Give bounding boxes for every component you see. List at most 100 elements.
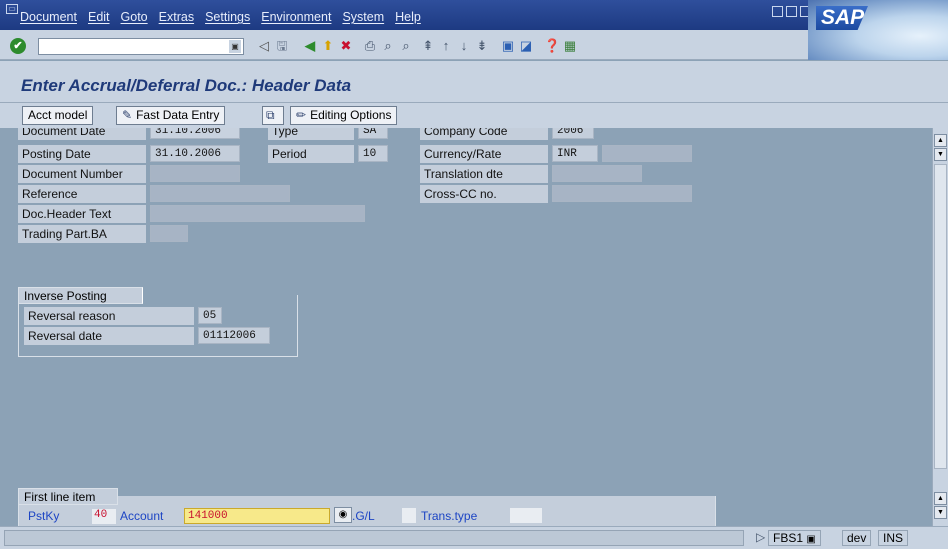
transaction-code: FBS1 ▣ bbox=[768, 530, 821, 546]
shortcut-icon[interactable]: ◪ bbox=[518, 38, 534, 54]
status-bar: ▷ FBS1 ▣ dev INS bbox=[0, 526, 948, 549]
pstky-label: PstKy bbox=[28, 509, 60, 523]
session-info-icon[interactable]: ▣ bbox=[806, 534, 815, 545]
doc-header-text-label: Doc.Header Text bbox=[18, 205, 146, 223]
create-session-icon[interactable]: ▣ bbox=[500, 38, 516, 54]
next-page-icon[interactable]: ↓ bbox=[456, 38, 472, 54]
previous-page-icon[interactable]: ↑ bbox=[438, 38, 454, 54]
copy-button[interactable]: ⧉ bbox=[262, 106, 284, 125]
posting-date-label: Posting Date bbox=[18, 145, 146, 163]
status-toggle-icon[interactable]: ▷ bbox=[752, 530, 769, 546]
vertical-scrollbar[interactable]: ▲ ▼ ▲ ▼ bbox=[932, 128, 948, 526]
line-scroll-up-icon[interactable]: ▲ bbox=[934, 492, 947, 505]
document-number-label: Document Number bbox=[18, 165, 146, 183]
first-line-item-title: First line item bbox=[18, 488, 118, 505]
document-date-field[interactable]: 31.10.2006 bbox=[150, 128, 240, 139]
application-toolbar: Acct model ✎ Fast Data Entry ⧉ ✏ Editing O… bbox=[0, 103, 948, 128]
line-scroll-down-icon[interactable]: ▼ bbox=[934, 506, 947, 519]
gl-indicator-icon[interactable]: ◉ bbox=[334, 507, 352, 523]
help-icon[interactable]: ❓ bbox=[544, 38, 560, 54]
save-icon[interactable]: 🖫 bbox=[274, 38, 290, 54]
acct-model-button[interactable]: Acct model bbox=[22, 106, 94, 125]
title-bar: Enter Accrual/Deferral Doc.: Header Data bbox=[0, 61, 948, 103]
enter-icon[interactable]: ✔ bbox=[10, 38, 26, 54]
fast-entry-icon: ✎ bbox=[122, 108, 133, 122]
menu-list: Document Edit Goto Extras Settings Envir… bbox=[20, 10, 432, 24]
document-date-label: Document Date bbox=[18, 128, 146, 140]
trading-part-label: Trading Part.BA bbox=[18, 225, 146, 243]
pencil-icon: ✏ bbox=[296, 108, 307, 122]
find-next-icon[interactable]: ⌕ bbox=[398, 38, 414, 54]
cancel-icon[interactable]: ✖ bbox=[338, 38, 354, 54]
account-field[interactable]: 141000 bbox=[184, 508, 330, 524]
currency-rate-label: Currency/Rate bbox=[420, 145, 548, 163]
reference-field[interactable] bbox=[150, 185, 290, 202]
minimize-icon[interactable] bbox=[772, 6, 783, 17]
print-icon[interactable]: ⎙ bbox=[362, 38, 378, 54]
scroll-up-icon[interactable]: ▲ bbox=[934, 134, 947, 147]
fast-data-entry-button[interactable]: ✎ Fast Data Entry bbox=[116, 106, 226, 125]
sap-logo: SAP bbox=[816, 6, 868, 30]
header-data-form: Document Date 31.10.2006 Type SA Company… bbox=[0, 128, 932, 526]
cross-cc-label: Cross-CC no. bbox=[420, 185, 548, 203]
pstky-field[interactable]: 40 bbox=[92, 509, 116, 524]
menu-bar: ▭ Document Edit Goto Extras Settings Env… bbox=[0, 0, 948, 30]
posting-date-field[interactable]: 31.10.2006 bbox=[150, 145, 240, 162]
translation-date-field[interactable] bbox=[552, 165, 642, 182]
exit-icon[interactable]: ⬆ bbox=[320, 38, 336, 54]
type-field[interactable]: SA bbox=[358, 128, 388, 139]
exchange-rate-field[interactable] bbox=[602, 145, 692, 162]
currency-field[interactable]: INR bbox=[552, 145, 598, 162]
reversal-reason-field[interactable]: 05 bbox=[198, 307, 222, 324]
system-menu-icon[interactable]: ▭ bbox=[6, 4, 18, 14]
account-label: Account bbox=[120, 509, 164, 523]
insert-mode: INS bbox=[878, 530, 909, 546]
menu-system[interactable]: System bbox=[342, 10, 384, 24]
document-number-field[interactable] bbox=[150, 165, 240, 182]
status-message bbox=[4, 530, 744, 546]
menu-goto[interactable]: Goto bbox=[121, 10, 148, 24]
layout-icon[interactable]: ▦ bbox=[562, 38, 578, 54]
company-code-label: Company Code bbox=[420, 128, 548, 140]
reversal-date-field[interactable]: 01112006 bbox=[198, 327, 270, 344]
nav-arrow-icon[interactable]: ◁ bbox=[256, 38, 272, 54]
menu-document[interactable]: Document bbox=[20, 10, 77, 24]
doc-header-text-field[interactable] bbox=[150, 205, 365, 222]
sap-logo-area: SAP bbox=[808, 0, 948, 60]
standard-toolbar: ✔ ▣ ◁ 🖫 ◀ ⬆ ✖ ⎙ ⌕ ⌕ ⇞ ↑ ↓ ⇟ ▣ ◪ ❓ ▦ bbox=[0, 30, 808, 60]
scroll-down-icon[interactable]: ▼ bbox=[934, 148, 947, 161]
command-field[interactable]: ▣ bbox=[38, 38, 244, 55]
menu-extras[interactable]: Extras bbox=[159, 10, 194, 24]
reversal-reason-label: Reversal reason bbox=[24, 307, 194, 325]
scrollbar-track[interactable] bbox=[934, 164, 947, 469]
menu-settings[interactable]: Settings bbox=[205, 10, 250, 24]
company-code-field[interactable]: 2006 bbox=[552, 128, 594, 139]
system-id: dev bbox=[842, 530, 872, 546]
trans-type-label: Trans.type bbox=[421, 509, 478, 523]
last-page-icon[interactable]: ⇟ bbox=[474, 38, 490, 54]
first-page-icon[interactable]: ⇞ bbox=[420, 38, 436, 54]
period-label: Period bbox=[268, 145, 354, 163]
window-controls bbox=[772, 6, 811, 17]
reversal-date-label: Reversal date bbox=[24, 327, 194, 345]
inverse-posting-title: Inverse Posting bbox=[18, 287, 143, 304]
translation-date-label: Translation dte bbox=[420, 165, 548, 183]
cross-cc-field[interactable] bbox=[552, 185, 692, 202]
back-icon[interactable]: ◀ bbox=[302, 38, 318, 54]
copy-icon: ⧉ bbox=[266, 108, 275, 122]
gl-label: .G/L bbox=[352, 509, 375, 523]
page-title: Enter Accrual/Deferral Doc.: Header Data bbox=[21, 76, 352, 95]
menu-help[interactable]: Help bbox=[395, 10, 421, 24]
menu-environment[interactable]: Environment bbox=[261, 10, 331, 24]
type-label: Type bbox=[268, 128, 354, 140]
reference-label: Reference bbox=[18, 185, 146, 203]
trans-type-field[interactable] bbox=[510, 508, 542, 523]
trading-part-field[interactable] bbox=[150, 225, 188, 242]
editing-options-button[interactable]: ✏ Editing Options bbox=[290, 106, 398, 125]
find-icon[interactable]: ⌕ bbox=[380, 38, 396, 54]
gl-field[interactable] bbox=[402, 508, 416, 523]
period-field[interactable]: 10 bbox=[358, 145, 388, 162]
command-history-icon[interactable]: ▣ bbox=[229, 40, 241, 53]
menu-edit[interactable]: Edit bbox=[88, 10, 110, 24]
maximize-icon[interactable] bbox=[786, 6, 797, 17]
